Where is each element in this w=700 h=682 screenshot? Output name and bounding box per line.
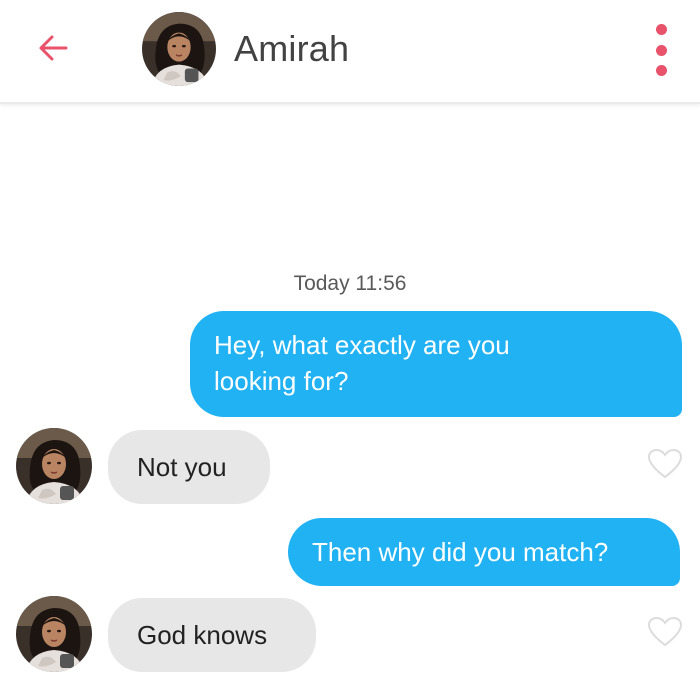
like-button[interactable] (647, 616, 683, 648)
like-button[interactable] (647, 448, 683, 480)
heart-outline-icon (647, 448, 683, 480)
message-text: Not you (137, 452, 227, 482)
chat-header: Amirah (0, 0, 700, 104)
contact-avatar[interactable] (16, 428, 92, 504)
message-text-line: looking for? (214, 366, 349, 396)
message-text-line: Hey, what exactly are you (214, 330, 510, 360)
message-text: God knows (137, 620, 268, 650)
more-options-button[interactable] (646, 24, 676, 76)
message-timestamp: Today 11:56 (293, 272, 407, 295)
heart-outline-icon (647, 616, 683, 648)
more-vertical-icon (655, 24, 667, 35)
received-message-bubble[interactable]: Not you (108, 430, 270, 504)
arrow-left-icon (36, 30, 72, 71)
back-button[interactable] (30, 26, 78, 74)
more-vertical-icon-dot (655, 65, 667, 76)
message-text: Then why did you match? (312, 537, 609, 567)
contact-name[interactable]: Amirah (234, 27, 349, 71)
chat-screen: Amirah Today 11:56 Hey, what exactly are… (0, 0, 700, 682)
more-vertical-icon-dot (655, 44, 667, 56)
contact-avatar[interactable] (16, 596, 92, 672)
sent-message-bubble[interactable]: Then why did you match? (288, 518, 680, 586)
contact-avatar[interactable] (142, 12, 216, 86)
sent-message-bubble[interactable]: Hey, what exactly are you looking for? (190, 311, 682, 417)
received-message-bubble[interactable]: God knows (108, 598, 316, 672)
